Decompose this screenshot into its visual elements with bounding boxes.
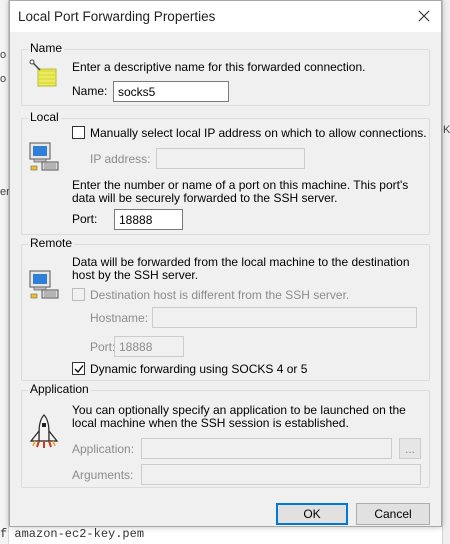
hostname-input[interactable] (152, 307, 417, 328)
manual-ip-label: Manually select local IP address on whic… (90, 126, 427, 140)
remote-group-label: Remote (28, 236, 75, 250)
dialog-title: Local Port Forwarding Properties (18, 9, 216, 24)
hostname-label: Hostname: (90, 311, 149, 325)
name-field-label: Name: (72, 84, 108, 98)
local-port-label: Port: (72, 212, 98, 226)
background-fragment: o (0, 73, 7, 85)
tag-icon (29, 59, 57, 87)
application-label: Application: (72, 442, 135, 456)
ok-button[interactable]: OK (276, 503, 348, 525)
name-group-label: Name (28, 41, 65, 55)
destination-different-checkbox[interactable] (72, 288, 85, 301)
application-group-label: Application (28, 382, 91, 396)
background-app-right (442, 0, 450, 544)
destination-different-label: Destination host is different from the S… (90, 288, 350, 302)
remote-port-label: Port: (90, 340, 116, 354)
application-description: You can optionally specify an applicatio… (72, 403, 406, 430)
dynamic-forwarding-label: Dynamic forwarding using SOCKS 4 or 5 (90, 362, 308, 376)
application-group: Application You can optionally specify a… (21, 382, 430, 488)
close-button[interactable] (407, 1, 441, 31)
remote-port-input[interactable] (114, 336, 184, 357)
shuttle-icon (29, 414, 59, 448)
background-fragment: o (0, 49, 7, 61)
name-description: Enter a descriptive name for this forwar… (72, 60, 366, 74)
browse-application-button[interactable]: ... (399, 438, 421, 459)
computer-icon (29, 270, 59, 299)
remote-group: Remote Data will be forwarded from the l… (21, 236, 430, 381)
local-port-forwarding-dialog: Local Port Forwarding Properties Name En… (9, 0, 442, 527)
cancel-button[interactable]: Cancel (356, 503, 430, 525)
remote-description: Data will be forwarded from the local ma… (72, 255, 410, 282)
ip-address-input[interactable] (156, 148, 305, 169)
arguments-label: Arguments: (72, 468, 134, 482)
title-bar: Local Port Forwarding Properties (10, 1, 441, 32)
local-group: Local Manually select local IP address o… (21, 110, 430, 235)
arguments-input[interactable] (141, 464, 421, 485)
background-fragment: K (443, 124, 450, 136)
close-icon (418, 10, 430, 22)
computer-icon (29, 142, 59, 171)
name-input[interactable] (113, 81, 229, 102)
ip-address-label: IP address: (90, 152, 151, 166)
application-input[interactable] (141, 438, 392, 459)
manual-ip-checkbox[interactable] (72, 126, 85, 139)
name-group: Name Enter a descriptive name for this f… (21, 41, 430, 106)
check-icon (74, 364, 84, 373)
local-group-label: Local (28, 110, 61, 124)
background-terminal-text: f amazon-ec2-key.pem (0, 527, 145, 541)
dynamic-forwarding-checkbox[interactable] (72, 362, 85, 375)
local-port-input[interactable] (114, 209, 183, 230)
local-port-description: Enter the number or name of a port on th… (72, 178, 409, 205)
